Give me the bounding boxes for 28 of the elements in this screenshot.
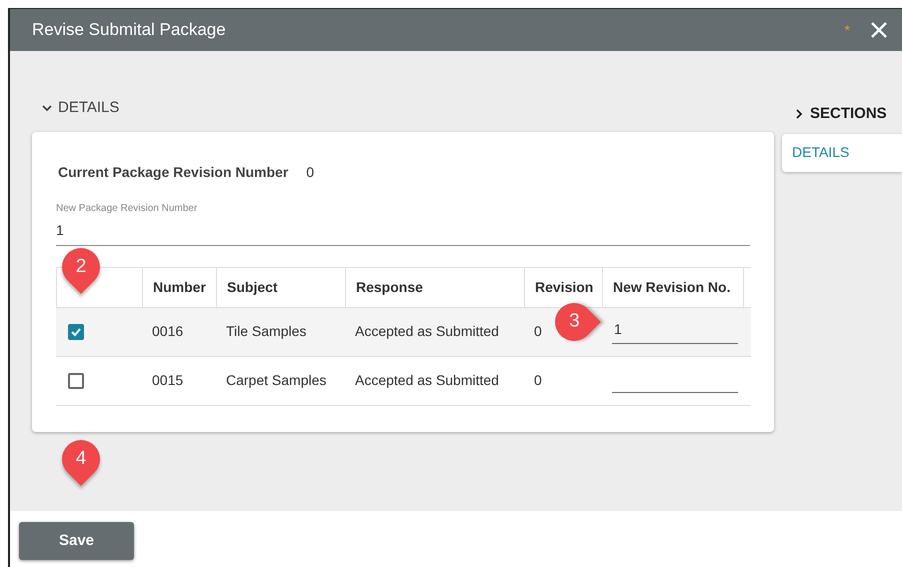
- column-header: Subject: [227, 278, 278, 297]
- table-cell: Carpet Samples: [226, 372, 326, 388]
- column-header: New Revision No.: [613, 278, 730, 296]
- table-cell: Tile Samples: [226, 323, 306, 339]
- column-header: Response: [356, 278, 423, 297]
- field-label: New Package Revision Number: [56, 202, 198, 216]
- revision-input[interactable]: 1: [612, 319, 738, 344]
- check-icon: [70, 326, 82, 338]
- window-title: Revise Submital Package: [32, 19, 227, 42]
- sections-header[interactable]: SECTIONS: [794, 103, 902, 126]
- table-cell: 0016: [152, 323, 184, 339]
- section-item[interactable]: DETAILS: [782, 134, 902, 172]
- column-header: Revision: [535, 278, 594, 296]
- save-button[interactable]: Save: [19, 522, 134, 560]
- close-icon[interactable]: [870, 21, 888, 39]
- checkbox[interactable]: [68, 372, 84, 388]
- table-cell: 0: [534, 323, 542, 339]
- checkbox[interactable]: [68, 324, 84, 340]
- details-header[interactable]: DETAILS: [42, 97, 782, 120]
- table-cell: 0: [534, 372, 542, 388]
- unsaved-mark: *: [844, 20, 850, 40]
- table-cell: 0015: [152, 372, 184, 388]
- table-cell: Accepted as Submitted: [355, 372, 499, 388]
- current-revision-value: 0: [306, 162, 314, 182]
- column-header: Number: [153, 278, 206, 296]
- current-revision-label: Current Package Revision Number: [58, 162, 288, 182]
- new-revision-field[interactable]: 1: [56, 220, 750, 246]
- table-cell: Accepted as Submitted: [355, 323, 499, 339]
